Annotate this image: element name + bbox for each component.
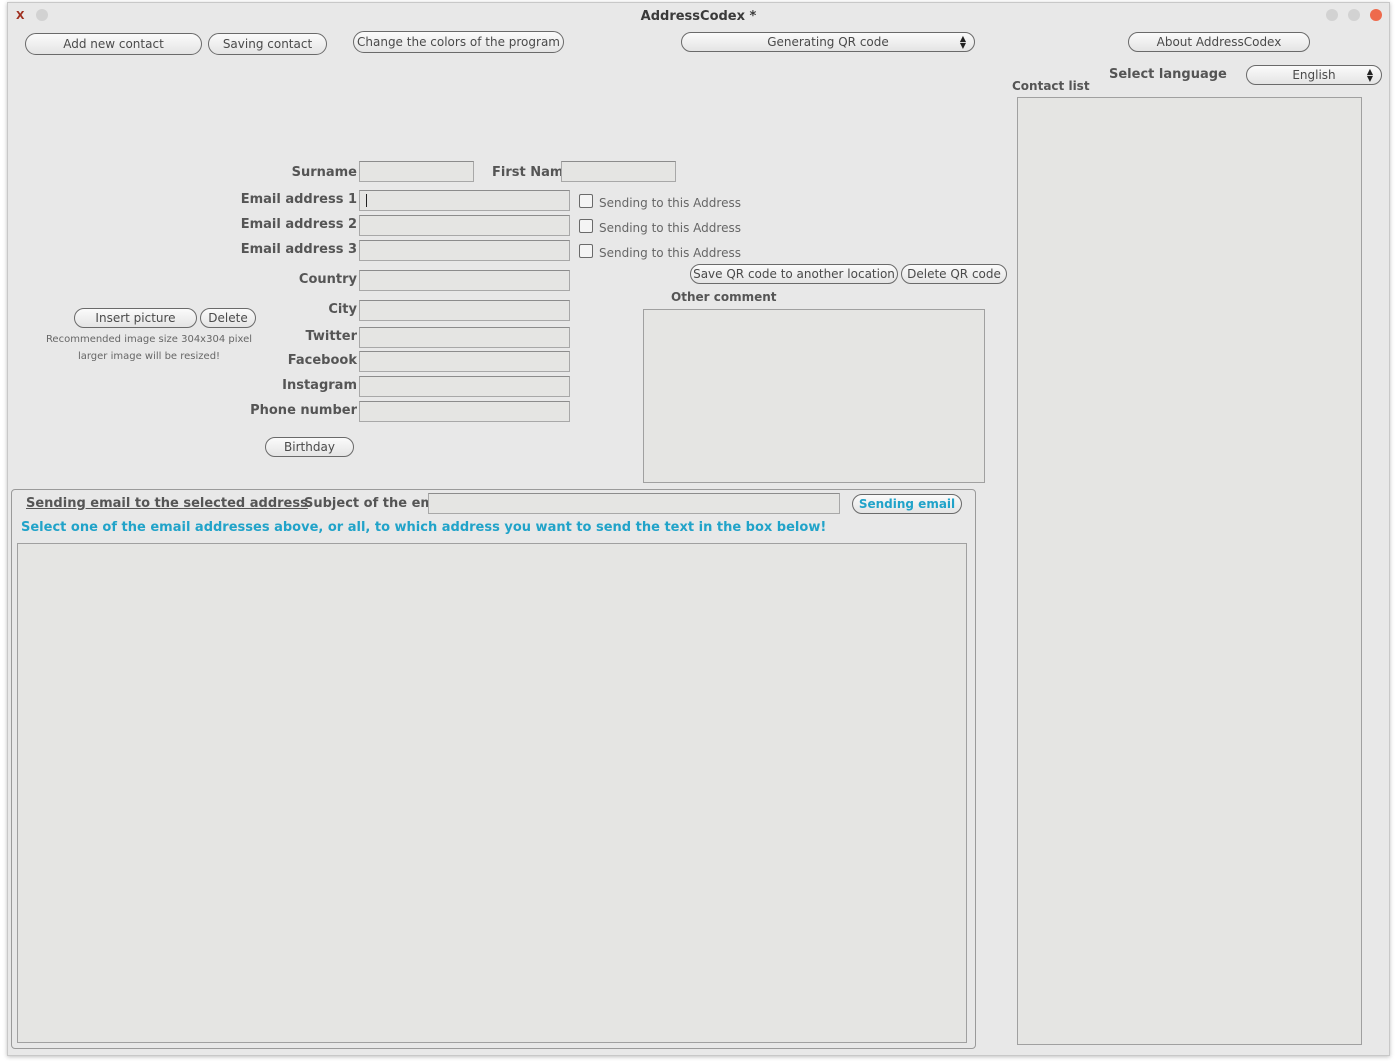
send-email1-label: Sending to this Address: [599, 196, 741, 210]
send-email1-checkbox[interactable]: [579, 194, 593, 208]
minimize-button[interactable]: [1326, 9, 1338, 21]
about-button[interactable]: About AddressCodex: [1128, 32, 1310, 52]
image-resize-hint: larger image will be resized!: [77, 351, 221, 362]
title-bar: X AddressCodex *: [8, 3, 1389, 29]
contact-list[interactable]: [1017, 97, 1362, 1045]
email1-field[interactable]: [359, 190, 570, 211]
send-email2-label: Sending to this Address: [599, 221, 741, 235]
email2-label: Email address 2: [240, 217, 357, 232]
updown-arrows-icon: ▲ ▼: [959, 34, 966, 50]
send-email3-checkbox[interactable]: [579, 244, 593, 258]
language-select-value: English: [1292, 68, 1336, 82]
change-colors-button[interactable]: Change the colors of the program: [353, 31, 564, 53]
surname-label: Surname: [291, 165, 357, 180]
facebook-label: Facebook: [287, 353, 357, 368]
qr-code-select[interactable]: Generating QR code ▲ ▼: [681, 32, 975, 52]
email2-field[interactable]: [359, 215, 570, 236]
city-field[interactable]: [359, 300, 570, 321]
save-qr-code-button[interactable]: Save QR code to another location: [690, 264, 898, 284]
insert-picture-button[interactable]: Insert picture: [74, 308, 197, 328]
text-cursor: [366, 194, 367, 207]
send-email2-checkbox[interactable]: [579, 219, 593, 233]
language-select[interactable]: English ▲ ▼: [1246, 65, 1382, 85]
facebook-field[interactable]: [359, 351, 570, 372]
surname-field[interactable]: [359, 161, 474, 182]
send-email-button[interactable]: Sending email: [852, 494, 962, 514]
other-comment-label: Other comment: [671, 290, 777, 304]
save-contact-button[interactable]: Saving contact: [208, 33, 327, 55]
instagram-label: Instagram: [282, 378, 357, 393]
email-subject-field[interactable]: [428, 493, 840, 514]
select-language-label: Select language: [1109, 67, 1227, 82]
email-section-title: Sending email to the selected address: [26, 496, 308, 511]
instagram-field[interactable]: [359, 376, 570, 397]
city-label: City: [328, 302, 357, 317]
qr-code-select-value: Generating QR code: [767, 35, 889, 49]
send-email3-label: Sending to this Address: [599, 246, 741, 260]
email3-label: Email address 3: [240, 242, 357, 257]
window-title: AddressCodex *: [640, 9, 757, 24]
contact-list-label: Contact list: [1012, 79, 1090, 93]
delete-picture-button[interactable]: Delete: [200, 308, 256, 328]
other-comment-textarea[interactable]: [643, 309, 985, 483]
phone-label: Phone number: [250, 403, 357, 418]
country-field[interactable]: [359, 270, 570, 291]
phone-field[interactable]: [359, 401, 570, 422]
email-body-textarea[interactable]: [17, 543, 967, 1043]
twitter-label: Twitter: [305, 329, 357, 344]
email1-label: Email address 1: [240, 192, 357, 207]
updown-arrows-icon: ▲ ▼: [1366, 67, 1373, 83]
first-name-field[interactable]: [561, 161, 676, 182]
delete-qr-code-button[interactable]: Delete QR code: [901, 264, 1007, 284]
add-contact-button[interactable]: Add new contact: [25, 33, 202, 55]
close-button[interactable]: [1370, 9, 1382, 21]
email3-field[interactable]: [359, 240, 570, 261]
birthday-button[interactable]: Birthday: [265, 437, 354, 457]
maximize-button[interactable]: [1348, 9, 1360, 21]
country-label: Country: [298, 272, 357, 287]
email-instruction: Select one of the email addresses above,…: [21, 520, 827, 535]
image-size-hint: Recommended image size 304x304 pixel: [45, 334, 253, 345]
twitter-field[interactable]: [359, 327, 570, 348]
app-window: X AddressCodex * Add new contact Saving …: [7, 2, 1390, 1056]
